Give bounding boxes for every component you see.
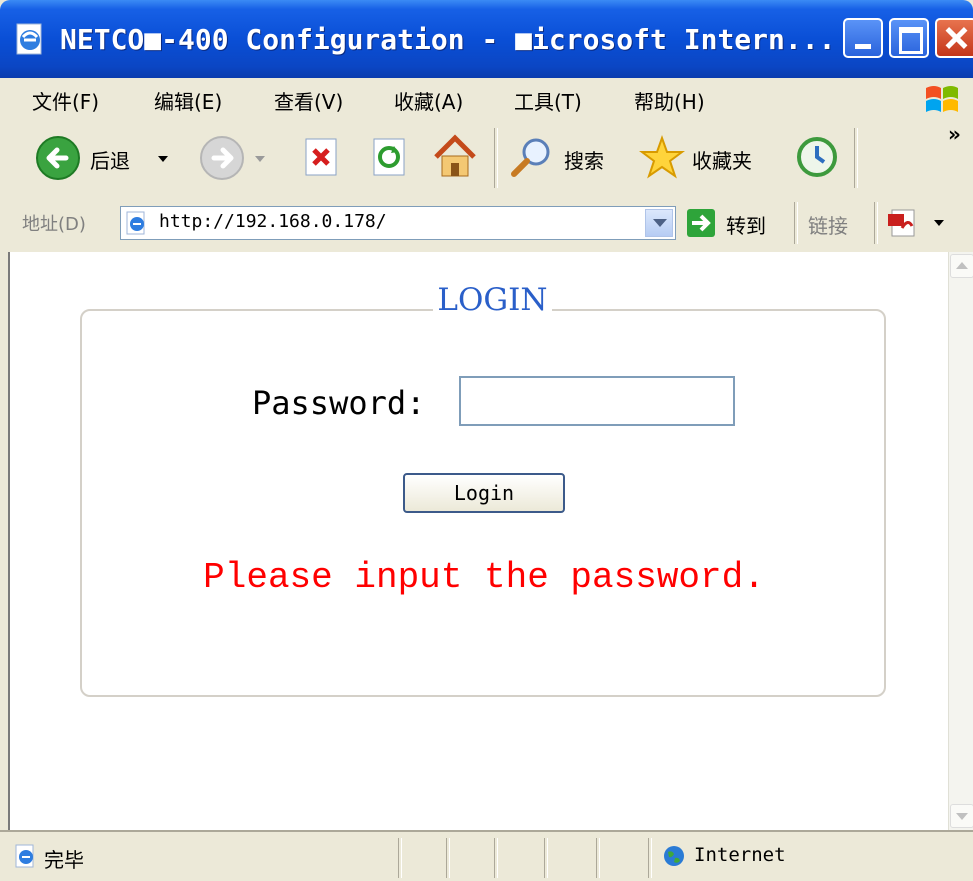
menu-favorites[interactable]: 收藏(A) — [394, 86, 463, 115]
status-divider — [398, 838, 402, 878]
go-button[interactable]: 转到 — [686, 206, 782, 240]
vertical-scrollbar[interactable] — [948, 252, 973, 830]
pdf-dropdown-icon[interactable] — [934, 220, 944, 226]
stop-icon[interactable] — [300, 136, 342, 178]
forward-arrow-icon — [200, 136, 244, 180]
toolbar-separator — [494, 128, 498, 188]
favorites-label: 收藏夹 — [692, 149, 752, 173]
ie-page-icon — [16, 23, 42, 55]
menu-file[interactable]: 文件(F) — [32, 86, 99, 115]
favorites-star-icon — [639, 135, 685, 179]
refresh-icon[interactable] — [368, 136, 410, 178]
menu-view[interactable]: 查看(V) — [274, 86, 343, 115]
login-button[interactable]: Login — [403, 473, 565, 513]
ie-page-icon — [15, 844, 34, 868]
scroll-up-button[interactable] — [950, 254, 973, 278]
address-url: http://192.168.0.178/ — [159, 211, 387, 232]
toolbar: 后退 搜索 收藏夹 » — [8, 120, 973, 197]
error-message: Please input the password. — [203, 557, 765, 598]
toolbar-chevron[interactable]: » — [948, 122, 961, 146]
address-label: 地址(D) — [22, 214, 86, 235]
forward-button[interactable] — [198, 132, 268, 184]
search-label: 搜索 — [564, 149, 604, 173]
close-button[interactable] — [935, 18, 973, 58]
back-arrow-icon — [36, 136, 80, 180]
go-arrow-icon — [687, 209, 715, 237]
menu-tools[interactable]: 工具(T) — [514, 86, 582, 115]
pdf-icon — [888, 209, 915, 237]
login-legend: LOGIN — [10, 282, 973, 318]
address-dropdown-button[interactable] — [645, 209, 673, 237]
security-zone-text: Internet — [694, 844, 786, 866]
globe-icon — [664, 846, 684, 866]
address-input[interactable]: http://192.168.0.178/ — [120, 206, 676, 240]
menu-bar: 文件(F) 编辑(E) 查看(V) 收藏(A) 工具(T) 帮助(H) — [8, 78, 973, 121]
address-separator — [794, 202, 798, 244]
status-divider — [446, 838, 450, 878]
menu-help[interactable]: 帮助(H) — [634, 86, 705, 115]
back-label: 后退 — [90, 149, 130, 173]
status-divider — [544, 838, 548, 878]
maximize-button[interactable] — [889, 18, 929, 58]
login-title: LOGIN — [433, 282, 552, 318]
status-divider — [596, 838, 600, 878]
back-button[interactable]: 后退 — [34, 132, 174, 184]
forward-dropdown-icon[interactable] — [255, 156, 265, 162]
title-bar[interactable]: NETCO■-400 Configuration - ■icrosoft Int… — [0, 0, 973, 78]
menu-edit[interactable]: 编辑(E) — [154, 86, 222, 115]
address-separator — [874, 202, 878, 244]
history-icon[interactable] — [794, 134, 840, 180]
browser-window: NETCO■-400 Configuration - ■icrosoft Int… — [0, 0, 973, 881]
address-bar: 地址(D) http://192.168.0.178/ 转到 链接 — [8, 196, 973, 254]
status-text: 完毕 — [44, 848, 84, 872]
go-label: 转到 — [726, 214, 766, 238]
status-bar: 完毕 Internet — [0, 830, 973, 881]
search-button[interactable]: 搜索 — [508, 132, 628, 184]
pdf-button[interactable] — [888, 206, 952, 240]
status-divider — [494, 838, 498, 878]
toolbar-separator — [854, 128, 858, 188]
minimize-button[interactable] — [843, 18, 883, 58]
links-label[interactable]: 链接 — [808, 210, 848, 239]
password-field[interactable] — [459, 376, 735, 426]
home-icon[interactable] — [430, 132, 480, 182]
back-dropdown-icon[interactable] — [158, 156, 168, 162]
favorites-button[interactable]: 收藏夹 — [638, 132, 778, 184]
scroll-down-button[interactable] — [950, 804, 973, 828]
password-label: Password: — [252, 384, 426, 422]
page-content: LOGIN Password: Login Please input the p… — [8, 252, 973, 830]
search-magnifier-icon — [511, 138, 550, 177]
windows-flag-icon — [926, 86, 958, 112]
status-divider — [648, 838, 652, 878]
window-title: NETCO■-400 Configuration - ■icrosoft Int… — [60, 23, 836, 56]
ie-page-icon — [126, 211, 145, 235]
